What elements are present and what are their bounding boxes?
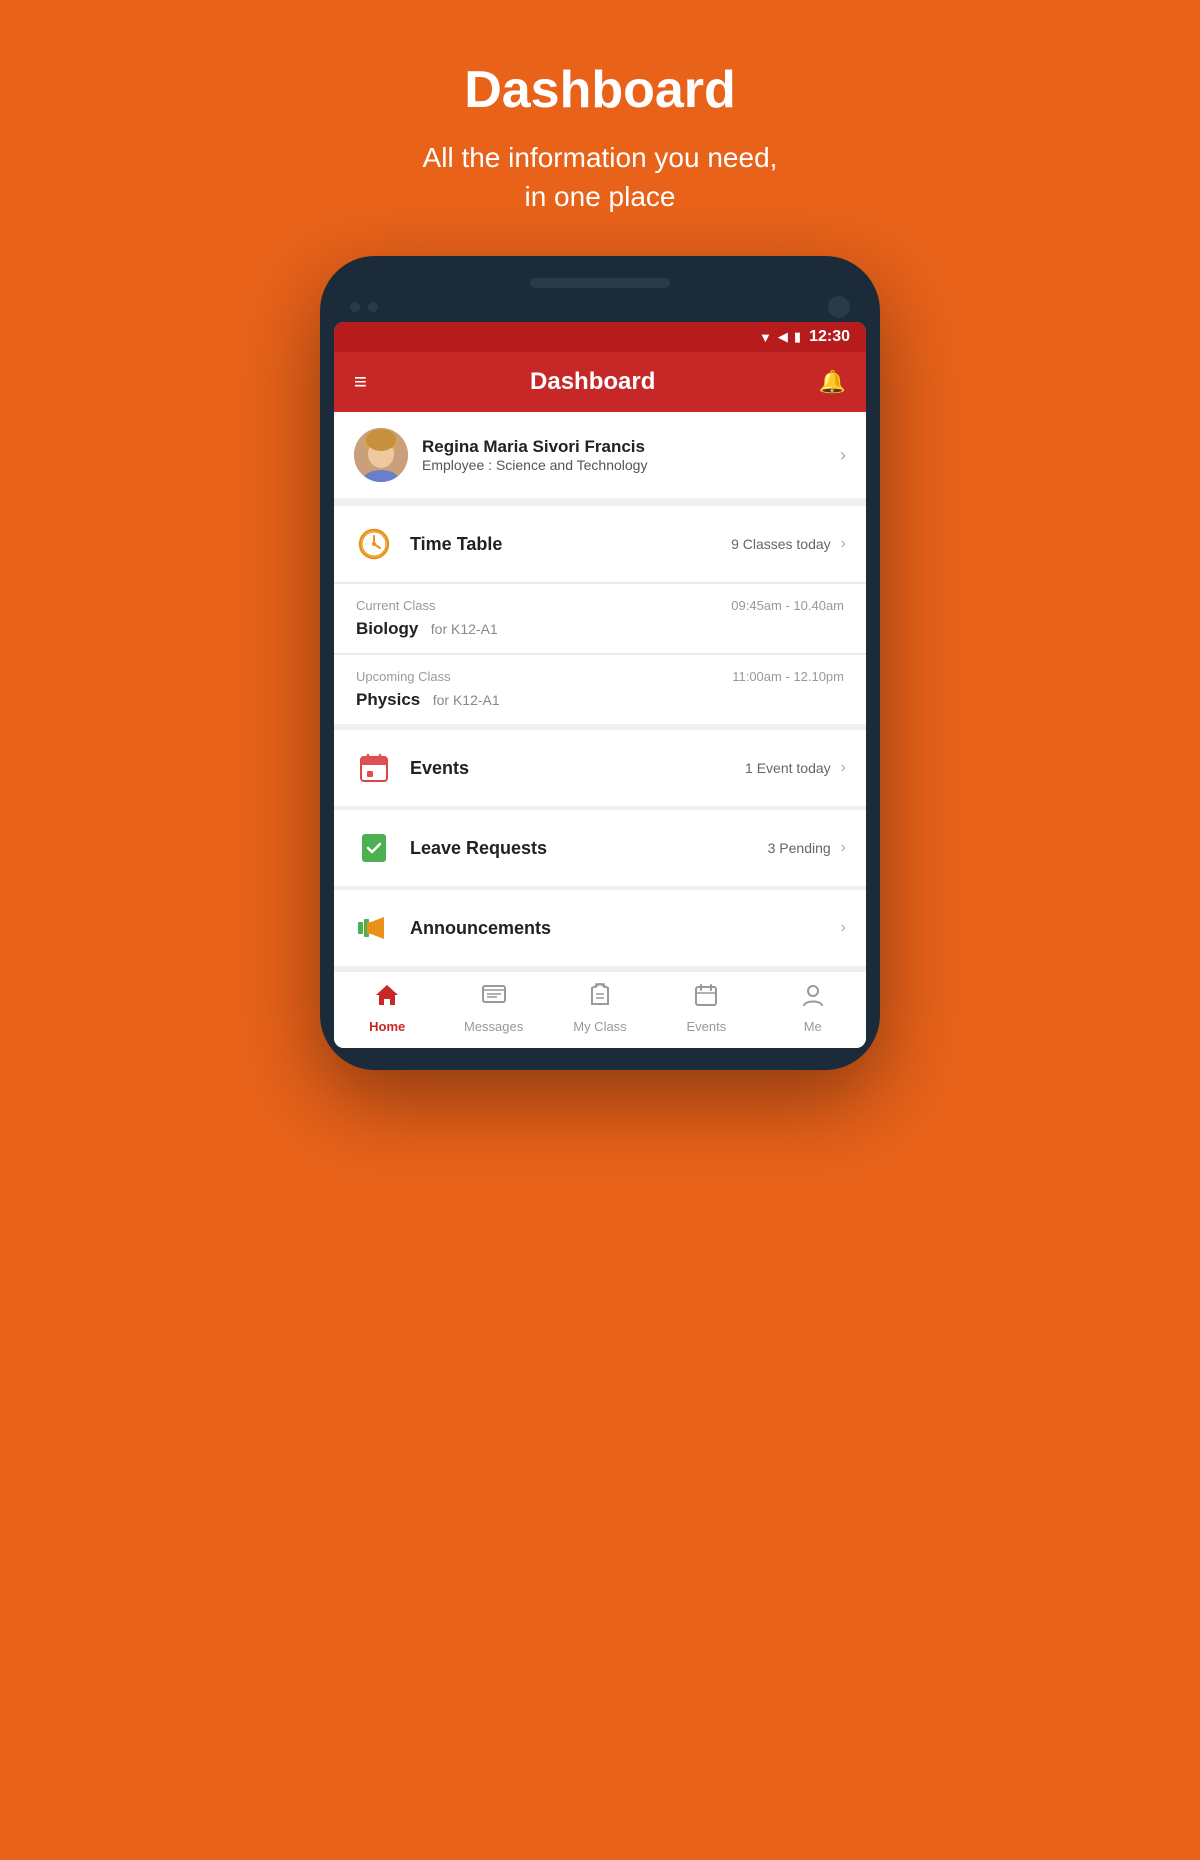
avatar xyxy=(354,428,408,482)
current-class-card[interactable]: Current Class 09:45am - 10.40am Biology … xyxy=(334,583,866,653)
page-subtitle: All the information you need, in one pla… xyxy=(423,138,778,216)
my-class-label: My Class xyxy=(573,1019,626,1034)
timetable-label: Time Table xyxy=(410,534,731,555)
timetable-icon xyxy=(354,524,394,564)
nav-my-class[interactable]: My Class xyxy=(570,982,630,1034)
phone-top-bar xyxy=(334,296,866,318)
leave-requests-chevron: › xyxy=(841,839,846,857)
timetable-badge: 9 Classes today xyxy=(731,536,831,552)
phone-screen: ▼ ◀ ▮ 12:30 ≡ Dashboard 🔔 xyxy=(334,322,866,1048)
bell-icon[interactable]: 🔔 xyxy=(819,369,846,395)
nav-events[interactable]: Events xyxy=(676,982,736,1034)
hamburger-icon[interactable]: ≡ xyxy=(354,369,367,395)
phone-frame: ▼ ◀ ▮ 12:30 ≡ Dashboard 🔔 xyxy=(320,256,880,1070)
phone-speaker xyxy=(530,278,670,288)
upcoming-class-group: for K12-A1 xyxy=(433,692,500,708)
signal-icon: ◀ xyxy=(778,329,788,345)
events-label: Events xyxy=(410,758,745,779)
page-header: Dashboard All the information you need, … xyxy=(423,0,778,256)
messages-icon xyxy=(481,982,507,1015)
announcements-label: Announcements xyxy=(410,918,831,939)
nav-messages[interactable]: Messages xyxy=(464,982,524,1034)
current-class-type: Current Class xyxy=(356,598,435,613)
app-bar: ≡ Dashboard 🔔 xyxy=(334,352,866,412)
profile-info: Regina Maria Sivori Francis Employee : S… xyxy=(422,437,840,473)
leave-requests-card[interactable]: Leave Requests 3 Pending › xyxy=(334,810,866,886)
battery-icon: ▮ xyxy=(794,329,801,345)
home-icon xyxy=(374,982,400,1015)
events-nav-icon xyxy=(693,982,719,1015)
messages-label: Messages xyxy=(464,1019,523,1034)
current-class-time: 09:45am - 10.40am xyxy=(731,598,844,613)
announcements-card[interactable]: Announcements › xyxy=(334,890,866,966)
profile-role: Employee : Science and Technology xyxy=(422,457,840,473)
timetable-card[interactable]: Time Table 9 Classes today › xyxy=(334,506,866,582)
profile-card[interactable]: Regina Maria Sivori Francis Employee : S… xyxy=(334,412,866,498)
profile-name: Regina Maria Sivori Francis xyxy=(422,437,840,457)
phone-dot xyxy=(350,302,360,312)
app-bar-title: Dashboard xyxy=(530,368,655,396)
announcements-chevron: › xyxy=(841,919,846,937)
leave-requests-label: Leave Requests xyxy=(410,838,768,859)
timetable-section: Time Table 9 Classes today › Current Cla… xyxy=(334,506,866,724)
status-time: 12:30 xyxy=(809,328,850,346)
events-card[interactable]: Events 1 Event today › xyxy=(334,730,866,806)
leave-requests-badge: 3 Pending xyxy=(768,840,831,856)
upcoming-class-name: Physics for K12-A1 xyxy=(356,690,844,710)
current-class-name: Biology for K12-A1 xyxy=(356,619,844,639)
profile-chevron: › xyxy=(840,445,846,466)
me-icon xyxy=(800,982,826,1015)
phone-camera xyxy=(828,296,850,318)
nav-home[interactable]: Home xyxy=(357,982,417,1034)
announcements-icon xyxy=(354,908,394,948)
upcoming-class-card[interactable]: Upcoming Class 11:00am - 12.10pm Physics… xyxy=(334,654,866,724)
bottom-nav: Home Messages xyxy=(334,970,866,1048)
upcoming-class-type: Upcoming Class xyxy=(356,669,451,684)
page-title: Dashboard xyxy=(423,60,778,120)
wifi-icon: ▼ xyxy=(759,330,772,345)
events-icon xyxy=(354,748,394,788)
upcoming-class-time: 11:00am - 12.10pm xyxy=(732,669,844,684)
events-badge: 1 Event today xyxy=(745,760,831,776)
current-class-group: for K12-A1 xyxy=(431,621,498,637)
timetable-chevron: › xyxy=(841,535,846,553)
nav-me[interactable]: Me xyxy=(783,982,843,1034)
phone-dot xyxy=(368,302,378,312)
me-label: Me xyxy=(804,1019,822,1034)
events-chevron: › xyxy=(841,759,846,777)
leave-requests-icon xyxy=(354,828,394,868)
status-bar: ▼ ◀ ▮ 12:30 xyxy=(334,322,866,352)
home-label: Home xyxy=(369,1019,405,1034)
events-nav-label: Events xyxy=(686,1019,726,1034)
my-class-icon xyxy=(587,982,613,1015)
